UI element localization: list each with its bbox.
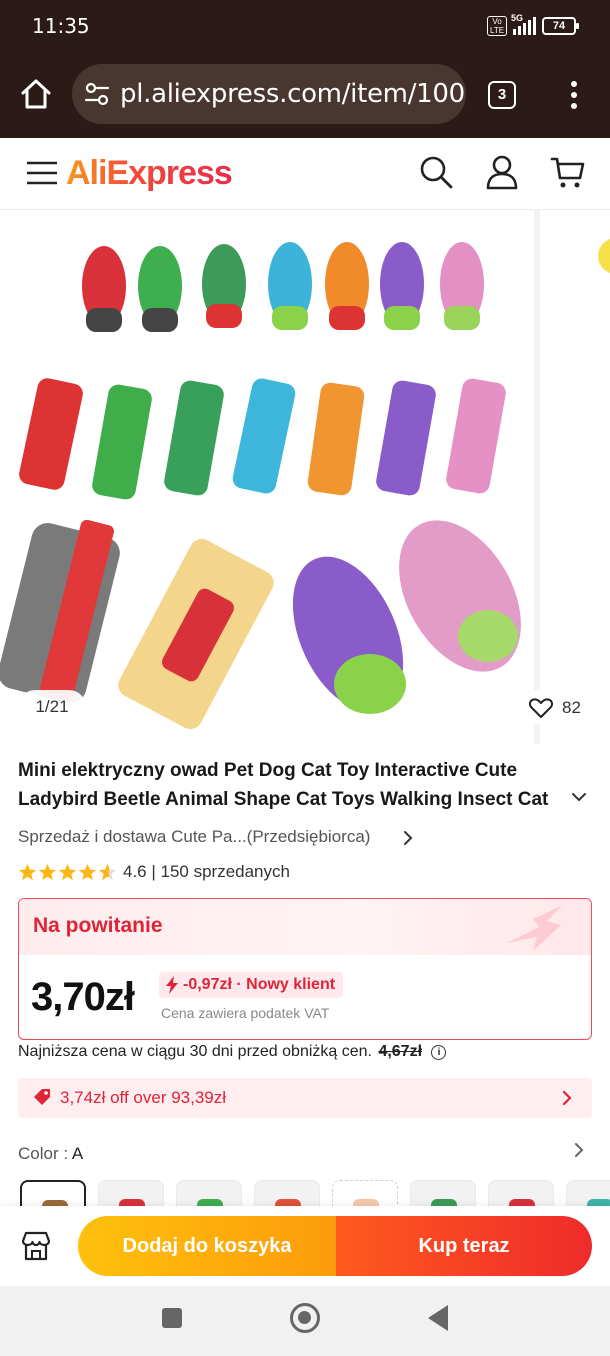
status-bar: 11:35 Vo LTE 5G 74 (0, 0, 610, 52)
rating-row[interactable]: 4.6 | 150 sprzedanych (18, 862, 290, 882)
promo-banner[interactable]: 3,74zł off over 93,39zł (18, 1078, 592, 1118)
site-settings-icon[interactable] (84, 82, 110, 106)
menu-icon[interactable] (26, 160, 58, 186)
status-time: 11:35 (32, 14, 90, 38)
add-to-cart-button[interactable]: Dodaj do koszyka (78, 1216, 336, 1276)
browser-toolbar: pl.aliexpress.com/item/1005 3 (0, 52, 610, 138)
color-label: Color (18, 1144, 59, 1163)
color-option[interactable] (254, 1180, 320, 1206)
color-option[interactable] (410, 1180, 476, 1206)
bottom-action-bar: Dodaj do koszyka Kup teraz (0, 1206, 610, 1286)
network-type: 5G (511, 13, 524, 23)
chevron-down-icon[interactable] (570, 788, 588, 806)
color-option[interactable] (566, 1180, 610, 1206)
wishlist-count: 82 (562, 698, 581, 717)
url-text: pl.aliexpress.com/item/1005 (120, 79, 466, 109)
signal-icon: 5G (511, 13, 536, 35)
price: 3,70zł (31, 975, 135, 1019)
color-option[interactable] (488, 1180, 554, 1206)
lightning-icon (166, 976, 178, 994)
chevron-right-icon (562, 1090, 572, 1106)
color-selector-label: Color : A (18, 1144, 84, 1163)
product-title: Mini elektryczny owad Pet Dog Cat Toy In… (18, 760, 549, 810)
welcome-deal-title: Na powitanie (33, 914, 163, 937)
tag-icon (34, 1089, 50, 1105)
address-bar[interactable]: pl.aliexpress.com/item/1005 (72, 64, 466, 124)
heart-icon (529, 698, 553, 718)
image-counter: 1/21 (18, 690, 86, 724)
lowest-price-note: Najniższa cena w ciągu 30 dni przed obni… (18, 1043, 447, 1061)
site-header: AliExpress (0, 138, 610, 210)
status-icons: Vo LTE 5G 74 (487, 13, 579, 36)
next-product-image[interactable] (540, 210, 610, 744)
battery-icon: 74 (542, 17, 579, 35)
info-icon[interactable]: i (431, 1045, 447, 1060)
color-value: A (71, 1144, 84, 1163)
deal-arrow-icon (507, 905, 563, 951)
vat-note: Cena zawiera podatek VAT (161, 1005, 330, 1021)
color-option[interactable] (20, 1180, 86, 1206)
tab-switcher-button[interactable]: 3 (488, 81, 516, 109)
product-gallery[interactable]: 1/21 82 (0, 210, 610, 744)
old-price: 4,67zł (378, 1043, 423, 1060)
home-icon[interactable] (18, 76, 54, 112)
welcome-deal-box: Na powitanie 3,70zł -0,97zł · Nowy klien… (18, 898, 592, 1040)
chevron-right-icon (404, 831, 413, 845)
system-nav-bar (0, 1286, 610, 1356)
rating-summary: 4.6 | 150 sprzedanych (123, 862, 290, 881)
aliexpress-logo[interactable]: AliExpress (66, 154, 233, 193)
account-icon[interactable] (484, 154, 520, 190)
half-star-icon (98, 863, 117, 880)
home-circle-icon[interactable] (290, 1303, 320, 1333)
wishlist-button[interactable]: 82 (518, 690, 592, 724)
discount-text: -0,97zł · Nowy klient (183, 976, 336, 993)
star-icon (38, 863, 57, 880)
recents-icon[interactable] (162, 1308, 182, 1328)
color-option[interactable] (332, 1180, 398, 1206)
color-option[interactable] (98, 1180, 164, 1206)
buy-now-button[interactable]: Kup teraz (336, 1216, 592, 1276)
lowest-price-label: Najniższa cena w ciągu 30 dni przed obni… (18, 1043, 372, 1060)
chevron-right-icon[interactable] (572, 1142, 586, 1158)
volte-icon: Vo LTE (487, 16, 507, 36)
more-options-icon[interactable] (562, 80, 586, 110)
star-icon (58, 863, 77, 880)
product-image[interactable] (0, 210, 534, 744)
rating-stars (18, 863, 117, 882)
store-icon[interactable] (20, 1230, 52, 1262)
star-icon (18, 863, 37, 880)
star-icon (78, 863, 97, 880)
cart-icon[interactable] (550, 154, 586, 190)
search-icon[interactable] (418, 154, 454, 190)
color-options (18, 1176, 610, 1206)
new-customer-discount: -0,97zł · Nowy klient (159, 972, 344, 998)
promo-text: 3,74zł off over 93,39zł (60, 1088, 227, 1107)
back-icon[interactable] (428, 1305, 448, 1331)
color-option[interactable] (176, 1180, 242, 1206)
seller-link[interactable]: Sprzedaż i dostawa Cute Pa...(Przedsiębi… (18, 827, 370, 847)
